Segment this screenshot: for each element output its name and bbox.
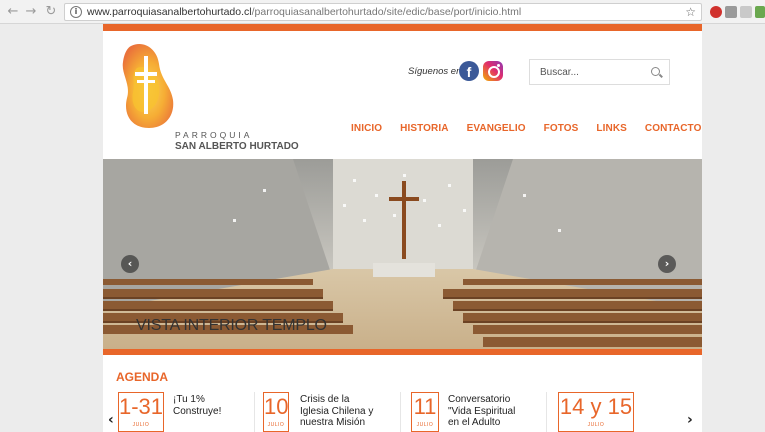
url-text: www.parroquiasanalbertohurtado.cl/parroq… <box>87 6 522 18</box>
agenda-event[interactable]: 14 y 15 JULIO <box>558 392 638 432</box>
event-date: 14 y 15 <box>559 394 633 419</box>
divider <box>254 392 255 432</box>
main-menu: INICIO HISTORIA EVANGELIO FOTOS LINKS CO… <box>351 123 701 134</box>
search-input[interactable]: Buscar... <box>529 59 670 85</box>
logo-line-name: SAN ALBERTO HURTADO <box>175 141 299 152</box>
divider <box>400 392 401 432</box>
bookmark-star-icon[interactable]: ☆ <box>685 4 696 20</box>
menu-item-inicio[interactable]: INICIO <box>351 123 382 134</box>
event-date-box: 10 JULIO <box>263 392 289 432</box>
address-bar[interactable]: i www.parroquiasanalbertohurtado.cl/parr… <box>64 3 702 21</box>
facebook-icon[interactable]: f <box>459 61 479 81</box>
event-month: JULIO <box>587 422 605 428</box>
forward-icon[interactable]: → <box>24 4 38 20</box>
event-title: Crisis de la Iglesia Chilena y nuestra M… <box>300 394 374 428</box>
event-title: Conversatorio "Vida Espiritual en el Adu… <box>448 394 516 428</box>
menu-item-fotos[interactable]: FOTOS <box>544 123 579 134</box>
event-date: 11 <box>413 394 437 419</box>
search-icon[interactable] <box>651 67 660 76</box>
menu-item-evangelio[interactable]: EVANGELIO <box>467 123 526 134</box>
slide-caption: VISTA INTERIOR TEMPLO <box>136 317 327 334</box>
extension-icon[interactable] <box>725 6 737 18</box>
event-month: JULIO <box>132 422 150 428</box>
menu-item-historia[interactable]: HISTORIA <box>400 123 448 134</box>
info-icon[interactable]: i <box>70 6 82 18</box>
social-label: Síguenos en: <box>408 66 464 77</box>
agenda-prev-icon[interactable]: ‹ <box>108 412 114 428</box>
cross-flame-logo-icon <box>122 44 174 128</box>
event-title: ¡Tu 1% Construye! <box>173 394 222 417</box>
menu-item-links[interactable]: LINKS <box>596 123 627 134</box>
instagram-icon[interactable] <box>483 61 503 81</box>
extension-icon[interactable] <box>755 6 765 18</box>
divider <box>546 392 547 432</box>
slider-next-icon[interactable]: › <box>658 255 676 273</box>
reload-icon[interactable]: ↻ <box>44 4 58 20</box>
event-date-box: 11 JULIO <box>411 392 439 432</box>
agenda-title: AGENDA <box>116 370 169 384</box>
slider-prev-icon[interactable]: ‹ <box>121 255 139 273</box>
event-date: 1-31 <box>119 394 164 419</box>
agenda-next-icon[interactable]: › <box>687 412 693 428</box>
event-month: JULIO <box>416 422 434 428</box>
adblock-extension-icon[interactable] <box>710 6 722 18</box>
web-page: PARROQUIA SAN ALBERTO HURTADO Síguenos e… <box>103 24 702 432</box>
browser-toolbar: ← → ↻ i www.parroquiasanalbertohurtado.c… <box>0 0 765 24</box>
menu-item-contacto[interactable]: CONTACTO <box>645 123 702 134</box>
extension-icon[interactable] <box>740 6 752 18</box>
back-icon[interactable]: ← <box>6 4 20 20</box>
agenda-event[interactable]: 11 JULIO Conversatorio "Vida Espiritual … <box>411 392 551 432</box>
parish-logo[interactable]: PARROQUIA SAN ALBERTO HURTADO <box>113 38 299 156</box>
top-accent-bar <box>103 24 702 31</box>
event-date-box: 1-31 JULIO <box>118 392 164 432</box>
logo-line-parroquia: PARROQUIA <box>175 130 253 140</box>
agenda-event[interactable]: 10 JULIO Crisis de la Iglesia Chilena y … <box>263 392 403 432</box>
event-date: 10 <box>264 394 289 419</box>
event-date-box: 14 y 15 JULIO <box>558 392 634 432</box>
slider-accent-bar <box>103 349 702 355</box>
search-placeholder: Buscar... <box>540 67 579 78</box>
hero-slider: VISTA INTERIOR TEMPLO ‹ › <box>103 159 702 349</box>
agenda-event[interactable]: 1-31 JULIO ¡Tu 1% Construye! <box>118 392 258 432</box>
event-month: JULIO <box>267 422 285 428</box>
